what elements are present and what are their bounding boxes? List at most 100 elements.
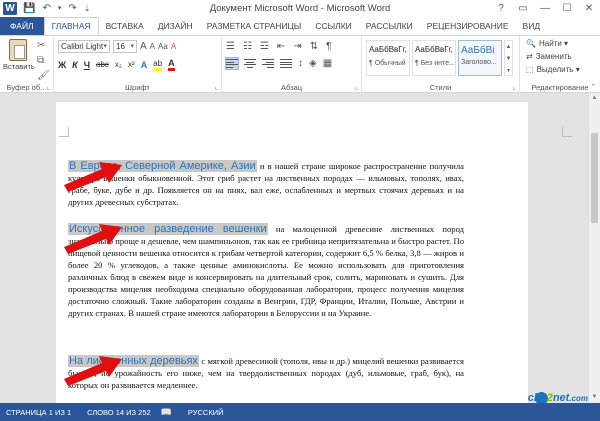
- tab-file[interactable]: ФАЙЛ: [0, 17, 44, 35]
- editing-group-label: Редактирование: [531, 83, 589, 92]
- ribbon: Вставить ✂ ⧉ 🖌 Буфер об... ⌞ Calibri Lig…: [0, 35, 600, 93]
- find-icon: 🔍: [526, 39, 536, 48]
- sort-icon[interactable]: ⇅: [310, 41, 318, 52]
- subscript-button[interactable]: x₂: [115, 60, 122, 69]
- cut-icon[interactable]: ✂: [37, 40, 50, 51]
- tab-home[interactable]: ГЛАВНАЯ: [43, 17, 99, 35]
- paste-button[interactable]: Вставить: [3, 39, 35, 71]
- font-color-icon[interactable]: A: [168, 58, 175, 71]
- scroll-thumb[interactable]: [591, 133, 598, 223]
- status-bar: СТРАНИЦА 1 ИЗ 1 СЛОВО 14 ИЗ 252 📖 РУССКИ…: [0, 403, 600, 421]
- minimize-button[interactable]: —: [534, 0, 556, 17]
- paragraph-text: на малоценной древесине лиственных пород…: [68, 224, 464, 318]
- proofing-icon[interactable]: 📖: [161, 407, 172, 418]
- paste-icon: [9, 39, 27, 61]
- help-icon[interactable]: ?: [490, 0, 512, 17]
- tab-page-layout[interactable]: РАЗМЕТКА СТРАНИЦЫ: [200, 17, 309, 35]
- undo-icon[interactable]: ↶: [42, 2, 50, 16]
- show-marks-icon[interactable]: ¶: [326, 41, 331, 52]
- align-left-icon[interactable]: [225, 57, 239, 70]
- shading-icon[interactable]: ◈: [309, 58, 317, 69]
- paragraph-1[interactable]: В Европе, Северной Америке, Азии и в наш…: [68, 160, 464, 208]
- word-app-icon[interactable]: W: [3, 2, 17, 15]
- quick-access-toolbar: 💾 ↶ ▾ ↷ ⇣: [23, 2, 90, 16]
- multilevel-list-icon[interactable]: ☲: [260, 41, 269, 52]
- shrink-font-icon[interactable]: A: [150, 42, 155, 51]
- paragraph-launcher-icon[interactable]: ⌞: [355, 83, 358, 91]
- align-right-icon[interactable]: [262, 58, 274, 69]
- clipboard-group: Вставить ✂ ⧉ 🖌 Буфер об... ⌞: [0, 36, 54, 93]
- tab-mailings[interactable]: РАССЫЛКИ: [359, 17, 420, 35]
- save-icon[interactable]: 💾: [23, 2, 35, 16]
- document-area: В Европе, Северной Америке, Азии и в наш…: [0, 93, 600, 403]
- redo-icon[interactable]: ↷: [68, 2, 76, 16]
- superscript-button[interactable]: x²: [128, 60, 135, 69]
- clipboard-launcher-icon[interactable]: ⌞: [47, 83, 50, 91]
- clipboard-small-buttons: ✂ ⧉ 🖌: [37, 40, 50, 81]
- increase-indent-icon[interactable]: ⇥: [293, 41, 301, 52]
- styles-group-label: Стили ⌞: [429, 83, 516, 92]
- vertical-scrollbar[interactable]: ▲ ▼: [588, 93, 600, 403]
- grow-font-icon[interactable]: A: [140, 41, 147, 52]
- change-case-icon[interactable]: Aa: [158, 42, 168, 51]
- highlight-icon[interactable]: ab: [153, 59, 163, 71]
- styles-launcher-icon[interactable]: ⌞: [513, 83, 516, 91]
- paste-label: Вставить: [3, 62, 35, 71]
- tab-view[interactable]: ВИД: [516, 17, 548, 35]
- align-center-icon[interactable]: [244, 58, 256, 69]
- margin-mark-top-left: [59, 127, 69, 137]
- select-button[interactable]: ⬚ Выделить ▾: [526, 65, 580, 74]
- customize-qat-icon[interactable]: ⇣: [84, 2, 91, 16]
- font-size-combo[interactable]: 16: [113, 40, 137, 53]
- font-group-label: Шрифт ⌞: [125, 83, 218, 92]
- margin-mark-top-right: [562, 127, 572, 137]
- ribbon-tabs: ФАЙЛ ГЛАВНАЯ ВСТАВКА ДИЗАЙН РАЗМЕТКА СТР…: [0, 17, 600, 35]
- numbering-icon[interactable]: ☷: [243, 41, 252, 52]
- language-status[interactable]: РУССКИЙ: [188, 408, 224, 417]
- tab-references[interactable]: ССЫЛКИ: [308, 17, 358, 35]
- clipboard-group-label: Буфер об... ⌞: [6, 83, 50, 92]
- text-effects-icon[interactable]: A: [141, 60, 148, 70]
- find-button[interactable]: 🔍 Найти ▾: [526, 39, 568, 48]
- font-launcher-icon[interactable]: ⌞: [215, 83, 218, 91]
- tab-design[interactable]: ДИЗАЙН: [151, 17, 200, 35]
- undo-dropdown-icon[interactable]: ▾: [58, 2, 62, 16]
- word-count-status[interactable]: СЛОВО 14 ИЗ 252: [87, 408, 151, 417]
- line-spacing-icon[interactable]: ↕: [298, 58, 303, 69]
- justify-icon[interactable]: [280, 58, 292, 69]
- collapse-ribbon-icon[interactable]: ⌃: [590, 83, 596, 91]
- tab-review[interactable]: РЕЦЕНЗИРОВАНИЕ: [420, 17, 516, 35]
- page-count-status[interactable]: СТРАНИЦА 1 ИЗ 1: [6, 408, 71, 417]
- decrease-indent-icon[interactable]: ⇤: [277, 41, 285, 52]
- scroll-up-icon[interactable]: ▲: [589, 93, 600, 104]
- ribbon-display-icon[interactable]: ▭: [512, 0, 534, 17]
- maximize-button[interactable]: ☐: [556, 0, 578, 17]
- red-arrow-3-icon: [64, 356, 122, 386]
- style-normal[interactable]: АаБбВвГг, ¶ Обычный: [366, 40, 410, 76]
- paragraph-3[interactable]: На лиственных деревьях с мягкой древесин…: [68, 355, 464, 391]
- close-button[interactable]: ✕: [578, 0, 600, 17]
- bullets-icon[interactable]: ☰: [226, 41, 235, 52]
- red-arrow-1-icon: [64, 162, 122, 192]
- format-painter-icon[interactable]: 🖌: [37, 70, 50, 81]
- borders-icon[interactable]: ▦: [323, 58, 332, 69]
- styles-group: АаБбВвГг, ¶ Обычный АаБбВвГг, ¶ Без инте…: [362, 36, 520, 93]
- strikethrough-button[interactable]: abc: [96, 60, 109, 69]
- font-name-combo[interactable]: Calibri Light: [58, 40, 110, 53]
- font-group: Calibri Light 16 A A Aa A Ж К Ч abc x₂ x…: [54, 36, 222, 93]
- underline-button[interactable]: Ч: [84, 60, 90, 70]
- style-no-spacing[interactable]: АаБбВвГг, ¶ Без инте...: [412, 40, 456, 76]
- replace-button[interactable]: ⇄ Заменить: [526, 52, 572, 61]
- bold-button[interactable]: Ж: [58, 60, 66, 70]
- style-heading-1[interactable]: АаБбВі Заголово...: [458, 40, 502, 76]
- tab-insert[interactable]: ВСТАВКА: [99, 17, 151, 35]
- editing-group: 🔍 Найти ▾ ⇄ Заменить ⬚ Выделить ▾ Редактиро…: [520, 36, 600, 93]
- clear-format-icon[interactable]: A: [171, 42, 176, 51]
- paragraph-group: ☰ ☷ ☲ ⇤ ⇥ ⇅ ¶ ↕ ◈ ▦ Абзац ⌞: [222, 36, 362, 93]
- scroll-down-icon[interactable]: ▼: [589, 392, 600, 403]
- paragraph-2[interactable]: Искусственное разведение вешенки на мало…: [68, 223, 464, 319]
- styles-gallery-scroll[interactable]: ▲ ▼ ▾: [504, 40, 513, 76]
- italic-button[interactable]: К: [72, 60, 78, 70]
- title-bar: W 💾 ↶ ▾ ↷ ⇣ Документ Microsoft Word - Mi…: [0, 0, 600, 17]
- copy-icon[interactable]: ⧉: [37, 55, 50, 66]
